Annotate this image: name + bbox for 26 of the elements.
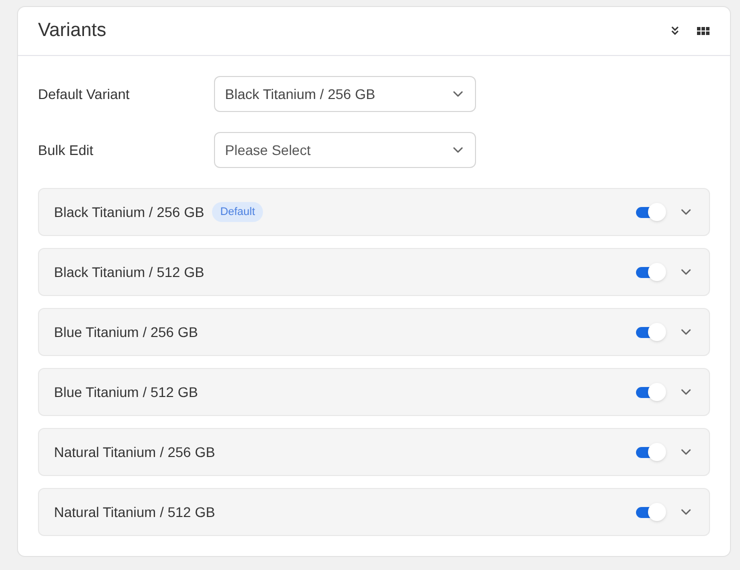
variant-row[interactable]: Natural Titanium / 512 GB [38,488,710,536]
toggle-switch[interactable] [636,263,666,281]
field-label: Default Variant [38,84,131,104]
variant-row[interactable]: Blue Titanium / 512 GB [38,368,710,416]
variant-name: Black Titanium / 512 GB [54,262,204,282]
select-field[interactable]: Please Select [214,132,476,168]
variant-name: Natural Titanium / 512 GB [54,502,216,522]
field-label: Bulk Edit [38,140,94,160]
variant-row[interactable]: Blue Titanium / 256 GB [38,308,710,356]
panel-title: Variants [38,18,106,43]
toggle-switch[interactable] [636,323,666,341]
toggle-switch[interactable] [636,443,666,461]
toggle-switch[interactable] [636,383,666,401]
variant-name: Blue Titanium / 256 GB [54,322,198,342]
variant-name: Blue Titanium / 512 GB [54,382,198,402]
collapse-icon[interactable] [669,25,681,37]
variant-name: Black Titanium / 256 GB [54,202,204,222]
toggle-switch[interactable] [636,503,666,521]
variant-row[interactable]: Black Titanium / 256 GB Default [38,188,710,236]
variant-row[interactable]: Black Titanium / 512 GB [38,248,710,296]
select-field[interactable]: Black Titanium / 256 GB [214,76,476,112]
variant-row[interactable]: Natural Titanium / 256 GB [38,428,710,476]
variant-name: Natural Titanium / 256 GB [54,442,216,462]
toggle-switch[interactable] [636,203,666,221]
default-badge: Default [212,202,264,222]
grid-icon[interactable] [697,26,710,36]
